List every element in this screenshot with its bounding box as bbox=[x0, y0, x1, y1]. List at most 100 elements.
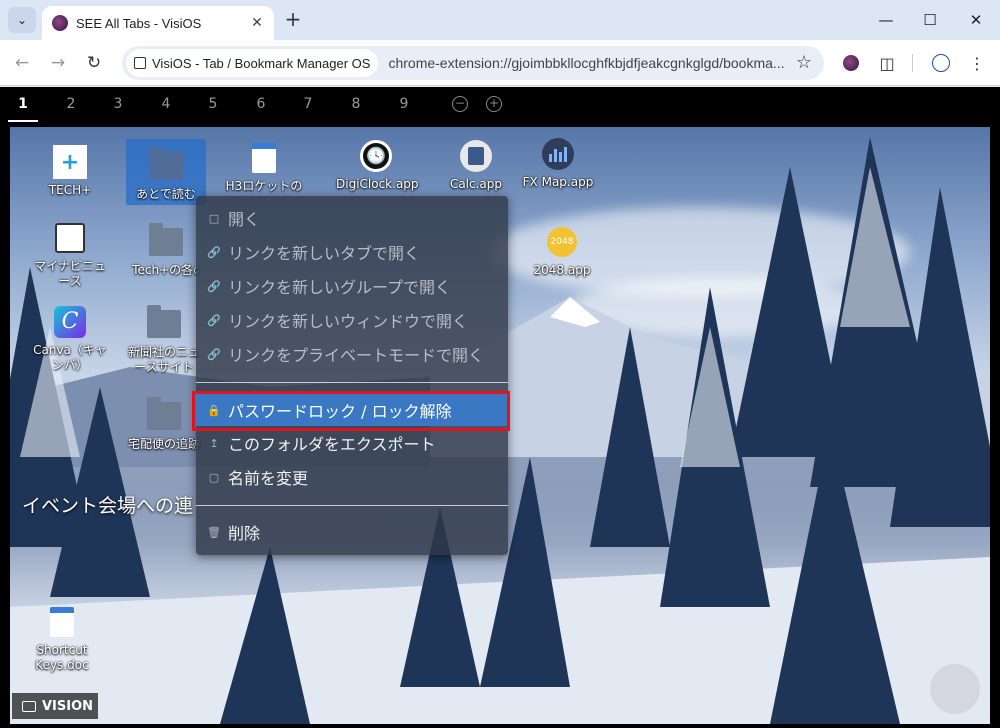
desktop-tabs: 1 2 3 4 5 6 7 8 9 − + bbox=[0, 87, 1000, 123]
icon-label: 宅配便の追跡 bbox=[127, 437, 200, 451]
desktop-tab-7[interactable]: 7 bbox=[293, 96, 323, 112]
menu-item-open-new-tab[interactable]: 🔗 リンクを新しいタブで開く bbox=[196, 236, 508, 268]
icon-label: 新聞社のニュースサイト bbox=[127, 345, 200, 374]
icon-label: あとで読む bbox=[136, 187, 196, 201]
visios-extension-icon[interactable] bbox=[840, 52, 862, 74]
icon-label: Canva（キャンバ） bbox=[33, 343, 107, 372]
add-desktop-icon[interactable]: + bbox=[486, 96, 502, 112]
desktop-icon-techplus-folder[interactable]: Tech+の各c bbox=[126, 223, 206, 278]
browser-toolbar: ← → ↻ VisiOS - Tab / Bookmark Manager OS… bbox=[0, 40, 1000, 86]
desktop-icon-2048[interactable]: 2048 2048.app bbox=[522, 225, 602, 278]
desktop-tab-3[interactable]: 3 bbox=[103, 96, 133, 112]
menu-item-label: リンクを新しいウィンドウで開く bbox=[228, 312, 469, 331]
folder-icon bbox=[147, 397, 181, 433]
desktop-icon-h3-rocket[interactable]: H3ロケットの bbox=[224, 141, 304, 194]
assistant-orb-icon[interactable] bbox=[930, 664, 980, 714]
desktop-tab-2[interactable]: 2 bbox=[56, 96, 86, 112]
vision-button[interactable]: VISION bbox=[12, 693, 98, 719]
icon-label: Tech+の各c bbox=[132, 263, 200, 277]
browser-titlebar: ⌄ SEE All Tabs - VisiOS ✕ + — ☐ ✕ bbox=[0, 0, 1000, 40]
menu-separator bbox=[196, 505, 508, 506]
desktop-icon-shortcut-keys-doc[interactable]: Shortcut Keys.doc bbox=[22, 605, 102, 673]
menu-item-rename[interactable]: ▢ 名前を変更 bbox=[196, 461, 508, 493]
bookmark-star-icon[interactable]: ☆ bbox=[796, 52, 812, 73]
desktop-tab-6[interactable]: 6 bbox=[246, 96, 276, 112]
menu-item-label: リンクを新しいグループで開く bbox=[228, 278, 452, 297]
calculator-icon bbox=[459, 139, 493, 173]
menu-item-delete[interactable]: 🗑 削除 bbox=[196, 516, 508, 548]
toolbar-divider bbox=[912, 54, 913, 72]
extensions-puzzle-icon[interactable]: ◫ bbox=[876, 52, 898, 74]
tab-title: SEE All Tabs - VisiOS bbox=[76, 15, 202, 31]
desktop-tab-4[interactable]: 4 bbox=[151, 96, 181, 112]
section-title: イベント会場への連 bbox=[22, 495, 194, 517]
window-icon bbox=[22, 700, 36, 712]
desktop-icon-read-later-folder[interactable]: あとで読む bbox=[126, 139, 206, 205]
site-chip-label: VisiOS - Tab / Bookmark Manager OS bbox=[152, 55, 371, 71]
desktop-tab-8[interactable]: 8 bbox=[341, 96, 371, 112]
maximize-button[interactable]: ☐ bbox=[908, 6, 952, 34]
back-button[interactable]: ← bbox=[8, 49, 36, 77]
highlight-annotation-box bbox=[192, 391, 510, 431]
menu-item-open-private[interactable]: 🔗 リンクをプライベートモードで開く bbox=[196, 338, 508, 370]
forward-button[interactable]: → bbox=[44, 49, 72, 77]
icon-label: マイナビニュース bbox=[34, 259, 106, 288]
url-text[interactable]: chrome-extension://gjoimbbkllocghfkbjdfj… bbox=[388, 55, 798, 71]
site-info-chip[interactable]: VisiOS - Tab / Bookmark Manager OS bbox=[126, 49, 379, 77]
desktop-tab-1[interactable]: 1 bbox=[8, 96, 38, 122]
icon-label: 2048.app bbox=[533, 263, 591, 277]
desktop-icon-canva[interactable]: C Canva（キャンバ） bbox=[30, 305, 110, 373]
folder-icon bbox=[149, 147, 183, 183]
desktop-icon-tech-plus[interactable]: + TECH+ bbox=[30, 145, 110, 198]
menu-item-label: 削除 bbox=[228, 524, 261, 543]
desktop-icon-mynavi-news[interactable]: マイナビニュース bbox=[30, 221, 110, 289]
address-bar[interactable]: VisiOS - Tab / Bookmark Manager OS chrom… bbox=[122, 46, 824, 80]
chart-icon bbox=[541, 137, 575, 171]
window-close-button[interactable]: ✕ bbox=[954, 6, 998, 34]
icon-label: TECH+ bbox=[48, 183, 92, 197]
profile-icon[interactable] bbox=[930, 52, 952, 74]
browser-tab[interactable]: SEE All Tabs - VisiOS ✕ bbox=[42, 6, 274, 40]
link-icon: 🔗 bbox=[207, 245, 221, 259]
visios-favicon-icon bbox=[52, 15, 68, 31]
menu-item-label: リンクを新しいタブで開く bbox=[228, 244, 421, 263]
icon-label: Shortcut Keys.doc bbox=[35, 643, 89, 672]
new-tab-button[interactable]: + bbox=[282, 9, 304, 31]
folder-outline-icon: □ bbox=[208, 211, 220, 225]
desktop-icon-newspaper-folder[interactable]: 新聞社のニュースサイト bbox=[124, 305, 204, 375]
desktop-icon-calc[interactable]: Calc.app bbox=[436, 139, 516, 192]
desktop-icon-digiclock[interactable]: 🕓 DigiClock.app bbox=[336, 139, 419, 192]
folder-context-menu: □ 開く 🔗 リンクを新しいタブで開く 🔗 リンクを新しいグループで開く 🔗 リ… bbox=[196, 196, 508, 555]
icon-label: Calc.app bbox=[449, 177, 503, 191]
document-icon bbox=[247, 141, 281, 175]
clock-icon: 🕓 bbox=[359, 139, 393, 173]
menu-item-open-new-window[interactable]: 🔗 リンクを新しいウィンドウで開く bbox=[196, 304, 508, 336]
menu-item-label: 名前を変更 bbox=[228, 469, 309, 488]
menu-item-export-folder[interactable]: ↥ このフォルダをエクスポート bbox=[196, 427, 508, 459]
desktop-tab-9[interactable]: 9 bbox=[389, 96, 419, 112]
folder-icon bbox=[149, 223, 183, 259]
tech-plus-logo-icon: + bbox=[53, 145, 87, 179]
icon-label: DigiClock.app bbox=[336, 177, 419, 191]
icon-label: H3ロケットの bbox=[225, 179, 303, 193]
icon-label: FX Map.app bbox=[522, 175, 594, 189]
menu-separator bbox=[196, 382, 508, 383]
menu-item-open-new-group[interactable]: 🔗 リンクを新しいグループで開く bbox=[196, 270, 508, 302]
game-2048-icon: 2048 bbox=[545, 225, 579, 259]
remove-desktop-icon[interactable]: − bbox=[452, 96, 468, 112]
mynavi-logo-icon bbox=[53, 221, 87, 255]
link-icon: 🔗 bbox=[207, 279, 221, 293]
menu-item-open[interactable]: □ 開く bbox=[196, 202, 508, 234]
folder-icon bbox=[147, 305, 181, 341]
reload-button[interactable]: ↻ bbox=[80, 49, 108, 77]
chevron-down-icon: ⌄ bbox=[16, 13, 28, 27]
desktop-tab-5[interactable]: 5 bbox=[198, 96, 228, 112]
menu-kebab-icon[interactable]: ⋮ bbox=[966, 52, 988, 74]
link-icon: 🔗 bbox=[207, 347, 221, 361]
tab-close-icon[interactable]: ✕ bbox=[246, 12, 268, 34]
minimize-button[interactable]: — bbox=[864, 6, 908, 34]
extension-page-icon bbox=[134, 57, 146, 69]
tab-search-button[interactable]: ⌄ bbox=[8, 7, 36, 33]
document-icon bbox=[45, 605, 79, 639]
desktop-icon-fx-map[interactable]: FX Map.app bbox=[518, 137, 598, 190]
